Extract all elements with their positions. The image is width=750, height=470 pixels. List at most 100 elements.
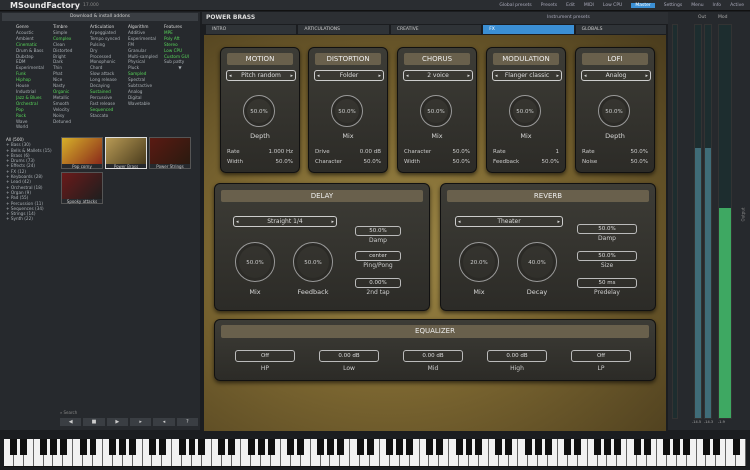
reverb-mix-knob[interactable]: 20.0%	[459, 242, 499, 282]
genre-item[interactable]: World	[16, 124, 50, 130]
chorus-type-select[interactable]: ◂ 2 voice ▸	[403, 70, 473, 81]
tree-item[interactable]: + Synth (22)	[6, 216, 61, 221]
menu-presets[interactable]: Presets	[541, 3, 557, 8]
piano-black-key[interactable]	[406, 439, 414, 455]
menu-master[interactable]: Master	[631, 2, 655, 8]
piano-black-key[interactable]	[386, 439, 394, 455]
piano-black-key[interactable]	[178, 439, 186, 455]
piano-black-key[interactable]	[228, 439, 235, 455]
motion-depth-knob[interactable]: 50.0%	[243, 95, 275, 127]
chorus-mix-knob[interactable]: 50.0%	[420, 95, 452, 127]
piano-black-key[interactable]	[673, 439, 681, 455]
menu-global-presets[interactable]: Global presets	[499, 3, 531, 8]
piano-black-key[interactable]	[50, 439, 57, 455]
reverb-decay-knob[interactable]: 40.0%	[517, 242, 557, 282]
param-value[interactable]: 50.0%	[453, 159, 470, 165]
piano-black-key[interactable]	[218, 439, 226, 455]
browser-stop-button[interactable]: ■	[83, 418, 105, 426]
preset-thumb-selected[interactable]: Power Brass	[105, 137, 147, 169]
menu-active[interactable]: Active	[730, 3, 744, 8]
piano-black-key[interactable]	[396, 439, 404, 455]
delay-pingpong-value[interactable]: center	[355, 251, 401, 261]
piano-black-key[interactable]	[40, 439, 48, 455]
piano-black-key[interactable]	[336, 439, 344, 455]
menu-settings[interactable]: Settings	[664, 3, 682, 8]
param-value[interactable]: 50.0%	[276, 159, 293, 165]
piano-black-key[interactable]	[356, 439, 364, 455]
browser-play-button[interactable]: ▶	[106, 418, 128, 426]
piano-black-key[interactable]	[188, 439, 196, 455]
piano-black-key[interactable]	[158, 439, 166, 455]
piano-black-key[interactable]	[435, 439, 443, 455]
piano-black-key[interactable]	[10, 439, 18, 455]
param-value[interactable]: 50.0%	[631, 149, 648, 155]
piano-black-key[interactable]	[564, 439, 572, 455]
param-value[interactable]: 50.0%	[631, 159, 648, 165]
browser-back-button[interactable]: ◂	[153, 418, 175, 426]
preset-thumb[interactable]: Power Strings	[149, 137, 191, 169]
piano-black-key[interactable]	[663, 439, 671, 455]
algorithm-item[interactable]: Wavetable	[128, 101, 162, 107]
delay-damp-value[interactable]: 50.0%	[355, 226, 401, 236]
param-value[interactable]: 1.000 Hz	[268, 149, 293, 155]
piano-black-key[interactable]	[129, 439, 137, 455]
menu-edit[interactable]: Edit	[566, 3, 575, 8]
menu-info[interactable]: Info	[713, 3, 722, 8]
piano-black-key[interactable]	[732, 439, 740, 455]
piano-black-key[interactable]	[455, 439, 463, 455]
tab-creative[interactable]: CREATIVE	[390, 25, 482, 34]
eq-low-value[interactable]: 0.00 dB	[319, 350, 379, 362]
piano-black-key[interactable]	[604, 439, 611, 455]
tab-globals[interactable]: GLOBALS	[575, 25, 667, 34]
param-value[interactable]: 50.0%	[453, 149, 470, 155]
delay-2nd-tap-value[interactable]: 0.00%	[355, 278, 401, 288]
piano-black-key[interactable]	[317, 439, 325, 455]
download-addons-button[interactable]: Download & install addons	[2, 13, 198, 21]
timbre-item[interactable]: Detuned	[53, 119, 87, 125]
preset-thumb[interactable]: Pop corny	[61, 137, 103, 169]
piano-black-key[interactable]	[534, 439, 542, 455]
piano-black-key[interactable]	[702, 439, 710, 455]
piano-black-key[interactable]	[297, 439, 305, 455]
piano-black-key[interactable]	[683, 439, 691, 455]
reverb-damp-value[interactable]: 50.0%	[577, 224, 637, 234]
piano-black-key[interactable]	[267, 439, 275, 455]
piano-black-key[interactable]	[594, 439, 602, 455]
reverb-size-value[interactable]: 50.0%	[577, 251, 637, 261]
tab-articulations[interactable]: ARTICULATIONS	[298, 25, 389, 34]
delay-feedback-knob[interactable]: 50.0%	[293, 242, 333, 282]
piano-black-key[interactable]	[119, 439, 127, 455]
piano-black-key[interactable]	[643, 439, 651, 455]
delay-time-select[interactable]: ◂ Straight 1/4 ▸	[233, 216, 337, 227]
lofi-depth-knob[interactable]: 50.0%	[598, 95, 630, 127]
browser-next-button[interactable]: ▸	[129, 418, 152, 426]
menu-menu[interactable]: Menu	[691, 3, 703, 8]
param-value[interactable]: 0.00 dB	[360, 149, 381, 155]
param-value[interactable]: 50.0%	[542, 159, 559, 165]
piano-black-key[interactable]	[495, 439, 503, 455]
param-value[interactable]: 1	[556, 149, 560, 155]
piano-black-key[interactable]	[544, 439, 552, 455]
piano-black-key[interactable]	[712, 439, 720, 455]
piano-black-key[interactable]	[109, 439, 117, 455]
piano-black-key[interactable]	[366, 439, 374, 455]
eq-hp-value[interactable]: Off	[235, 350, 295, 362]
piano-black-key[interactable]	[613, 439, 621, 455]
reverb-type-select[interactable]: ◂ Theater ▸	[455, 216, 563, 227]
piano-black-key[interactable]	[425, 439, 433, 455]
piano-black-key[interactable]	[247, 439, 255, 455]
piano-black-key[interactable]	[287, 439, 295, 455]
eq-high-value[interactable]: 0.00 dB	[487, 350, 547, 362]
menu-midi[interactable]: MIDI	[584, 3, 594, 8]
piano-black-key[interactable]	[148, 439, 156, 455]
browser-help-button[interactable]: ?	[176, 418, 198, 426]
distortion-type-select[interactable]: ◂ Folder ▸	[314, 70, 384, 81]
piano-black-key[interactable]	[574, 439, 582, 455]
modulation-mix-knob[interactable]: 50.0%	[509, 95, 541, 127]
distortion-mix-knob[interactable]: 50.0%	[331, 95, 363, 127]
param-value[interactable]: 50.0%	[364, 159, 381, 165]
piano-keyboard[interactable]	[4, 439, 746, 467]
reverb-predelay-value[interactable]: 50 ms	[577, 278, 637, 288]
piano-black-key[interactable]	[475, 439, 483, 455]
menu-status[interactable]: Low CPU	[603, 3, 622, 8]
